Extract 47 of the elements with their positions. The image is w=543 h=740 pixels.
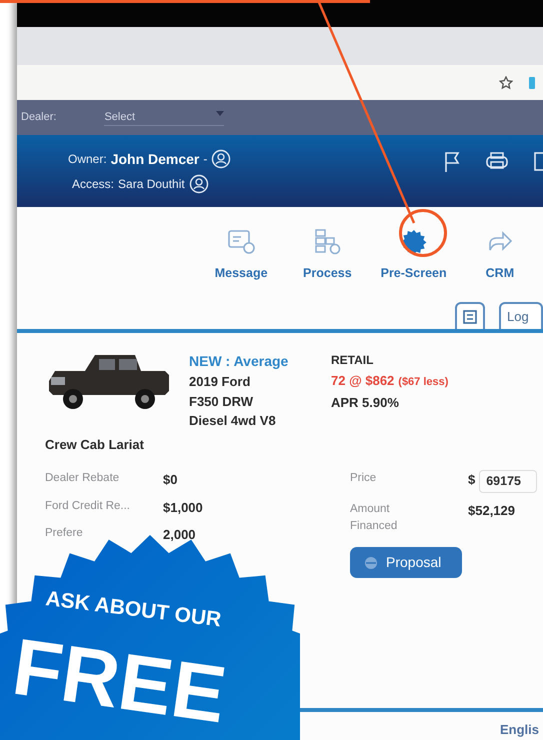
vehicle-condition: NEW : Average (189, 352, 290, 371)
payment-amount: 72 @ $862 (331, 373, 394, 388)
tab[interactable] (455, 302, 485, 329)
owner-name: John Demcer (110, 150, 200, 168)
tab[interactable]: Log (499, 302, 543, 329)
contact-card-icon (463, 310, 477, 324)
vehicle-description-line: F350 DRW (189, 392, 254, 410)
toolbar-button[interactable]: Process (284, 227, 370, 297)
caret-icon (216, 108, 224, 117)
user-circle-icon[interactable] (211, 149, 232, 169)
flowchart-icon (313, 228, 342, 256)
savings-note: ($67 less) (398, 376, 448, 388)
dropdown-toggle-text[interactable]: - (203, 150, 208, 168)
rebate-value: $0 (163, 471, 178, 489)
financed-label: Amount Financed (350, 502, 398, 534)
vehicle-description-line: 2019 Ford (189, 373, 252, 391)
rebate-label: Dealer Rebate (45, 471, 120, 486)
price-field[interactable]: 69175 (479, 470, 538, 493)
access-label: Access: (72, 176, 114, 192)
toolbar-button[interactable]: Pre-Screen (370, 227, 457, 297)
flag-icon[interactable] (443, 151, 461, 173)
financed-amount: $52,129 (468, 502, 515, 520)
circle-icon (364, 556, 378, 570)
vehicle-trim: Crew Cab Lariat (45, 436, 145, 454)
select-field[interactable]: Select (104, 108, 224, 126)
rebate-value: $1,000 (163, 498, 203, 516)
document-icon[interactable] (533, 151, 543, 171)
toolbar-button[interactable]: Message (198, 227, 284, 297)
promo-text: ASK ABOUT OUR (44, 587, 222, 632)
retail-heading: RETAIL (331, 352, 374, 369)
apr-rate: APR 5.90% (331, 394, 400, 412)
field-label: Dealer: (21, 110, 56, 126)
rebate-label: Ford Credit Re... (45, 498, 131, 514)
currency-symbol: $ (468, 471, 476, 489)
language-link[interactable]: Englis (500, 712, 543, 740)
owner-label: Owner: (68, 151, 107, 168)
access-name: Sara Douthit (118, 176, 185, 192)
printer-icon[interactable] (485, 151, 509, 171)
proposal-button[interactable]: Proposal (350, 547, 462, 578)
rebate-value: 2,000 (163, 526, 196, 544)
rebate-label: Prefere (45, 526, 84, 541)
star-icon[interactable] (499, 76, 513, 90)
price-label: Price (350, 471, 378, 486)
message-icon (227, 228, 256, 256)
vehicle-description-line: Diesel 4wd V8 (189, 412, 277, 430)
toolbar-button[interactable]: CRM (456, 227, 543, 297)
user-circle-icon[interactable] (188, 174, 209, 194)
